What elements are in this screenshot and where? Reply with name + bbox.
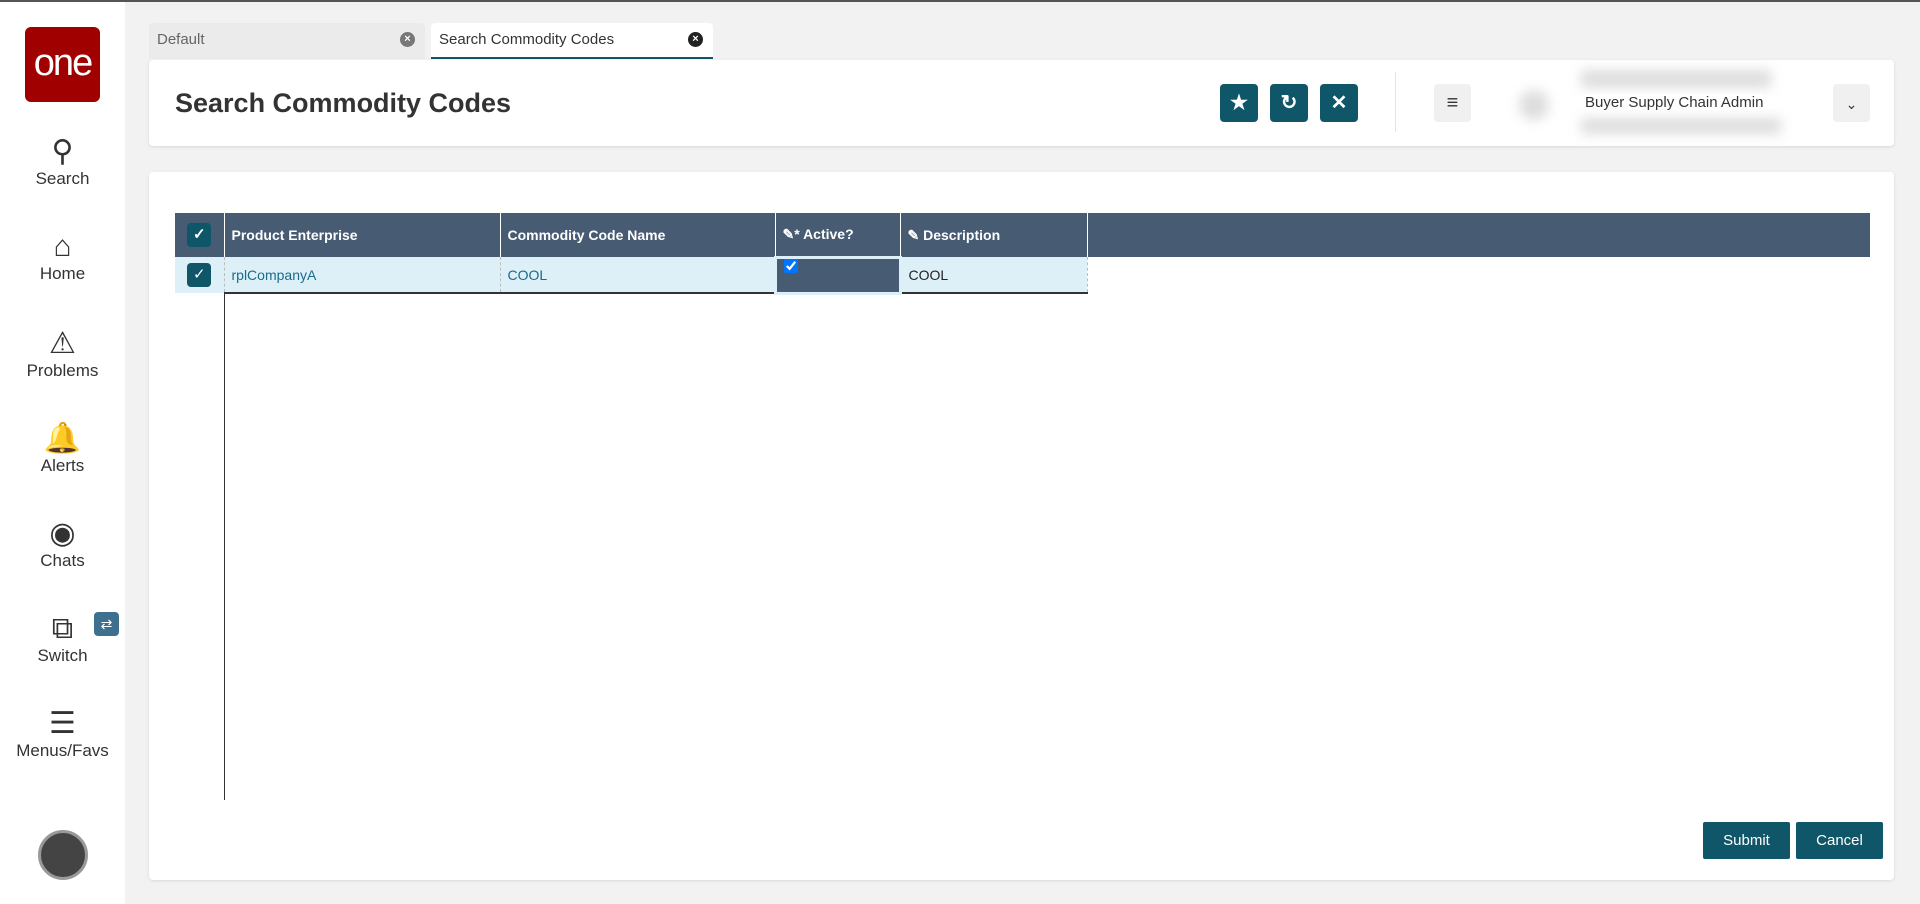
search-icon: ⚲	[51, 135, 74, 168]
grid-border	[224, 293, 225, 800]
row-checkbox[interactable]: ✓	[175, 257, 225, 293]
sidebar-item-problems[interactable]: ⚠ Problems	[0, 327, 125, 381]
blurred-avatar	[1519, 90, 1549, 120]
results-table: ✓ Product Enterprise Commodity Code Name…	[175, 213, 1088, 295]
sidebar-item-chats[interactable]: ◉ Chats	[0, 517, 125, 571]
tab-label: Search Commodity Codes	[439, 31, 615, 48]
logo[interactable]: one	[25, 27, 100, 102]
column-header-active[interactable]: ✎* Active?	[775, 213, 901, 257]
user-avatar[interactable]	[38, 830, 88, 880]
star-icon: ★	[1230, 92, 1248, 114]
sidebar-item-alerts[interactable]: 🔔 Alerts	[0, 422, 125, 476]
menu-icon: ☰	[49, 707, 76, 740]
tab-label: Default	[157, 31, 205, 48]
sidebar-item-home[interactable]: ⌂ Home	[0, 230, 125, 284]
label: Description	[923, 226, 1001, 243]
label: Active?	[803, 225, 854, 242]
user-dropdown-button[interactable]: ⌄	[1833, 84, 1870, 122]
main-panel: ✓ Product Enterprise Commodity Code Name…	[149, 172, 1894, 880]
tab-search-commodity-codes[interactable]: Search Commodity Codes ×	[431, 23, 713, 59]
submit-button[interactable]: Submit	[1703, 822, 1790, 859]
label: Alerts	[40, 456, 85, 475]
close-icon: ✕	[1330, 92, 1348, 114]
close-button[interactable]: ✕	[1320, 84, 1358, 122]
label: Search	[35, 169, 90, 188]
page-title: Search Commodity Codes	[175, 88, 512, 118]
sidebar-item-search[interactable]: ⚲ Search	[0, 135, 125, 189]
column-header-commodity-code-name[interactable]: Commodity Code Name	[500, 213, 776, 257]
menu-button[interactable]: ≡	[1434, 84, 1471, 122]
close-tab-icon[interactable]: ×	[400, 32, 415, 47]
label: Home	[39, 264, 86, 283]
label: Problems	[26, 361, 99, 380]
label: Menus/Favs	[16, 741, 109, 760]
table-row[interactable]: ✓ rplCompanyA COOL COOL	[175, 255, 1088, 295]
label: Chats	[40, 551, 85, 570]
edit-icon: ✎*	[782, 225, 804, 242]
sidebar-item-menus-favs[interactable]: ☰ Menus/Favs	[0, 707, 125, 761]
hamburger-icon: ≡	[1446, 92, 1459, 114]
divider	[1395, 72, 1396, 132]
label: Switch	[37, 646, 88, 665]
chevron-down-icon: ⌄	[1845, 96, 1858, 112]
home-icon: ⌂	[53, 230, 72, 263]
bell-icon: 🔔	[43, 422, 82, 455]
refresh-button[interactable]: ↻	[1270, 84, 1308, 122]
warning-icon: ⚠	[49, 327, 76, 360]
switch-arrows-icon: ⇄	[94, 612, 119, 636]
product-enterprise-link[interactable]: rplCompanyA	[224, 257, 501, 294]
sidebar: one ⚲ Search ⌂ Home ⚠ Problems 🔔 Alerts ◉ Cha…	[0, 2, 125, 904]
refresh-icon: ↻	[1280, 92, 1298, 114]
cancel-button[interactable]: Cancel	[1796, 822, 1883, 859]
blurred-username	[1581, 70, 1771, 88]
favorite-button[interactable]: ★	[1220, 84, 1258, 122]
column-header-product-enterprise[interactable]: Product Enterprise	[224, 213, 501, 257]
chat-icon: ◉	[49, 517, 76, 550]
commodity-code-link[interactable]: COOL	[500, 257, 776, 294]
close-tab-icon[interactable]: ×	[688, 32, 703, 47]
edit-icon: ✎	[907, 226, 924, 243]
page-header: Search Commodity Codes ★ ↻ ✕ ≡ Buyer Sup…	[149, 60, 1894, 146]
active-checkbox[interactable]	[773, 255, 902, 295]
user-role: Buyer Supply Chain Admin	[1585, 94, 1764, 111]
tab-default[interactable]: Default ×	[149, 23, 425, 59]
select-all-checkbox[interactable]: ✓	[175, 213, 225, 257]
description-cell[interactable]: COOL	[900, 257, 1088, 294]
blurred-org	[1581, 118, 1781, 134]
column-header-description[interactable]: ✎ Description	[900, 213, 1088, 257]
